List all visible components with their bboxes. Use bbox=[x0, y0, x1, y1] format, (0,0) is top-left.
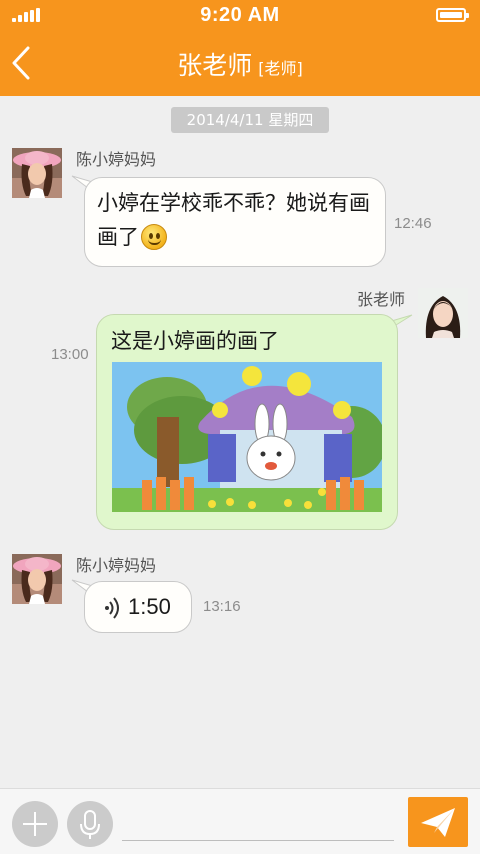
message-time: 13:16 bbox=[203, 598, 241, 615]
message-time: 13:00 bbox=[51, 346, 89, 363]
message-text: 小婷在学校乖不乖？她说有画画了 bbox=[97, 186, 381, 254]
avatar-image bbox=[418, 288, 468, 338]
sender-name: 张老师 bbox=[357, 290, 406, 309]
smile-emoji-icon bbox=[141, 224, 167, 250]
drawing-picture bbox=[112, 362, 382, 512]
message-input[interactable] bbox=[122, 801, 394, 841]
voice-wave-icon bbox=[105, 597, 119, 619]
avatar[interactable] bbox=[418, 288, 468, 338]
voice-message-bubble[interactable]: 1:50 bbox=[84, 581, 192, 633]
message-text: 这是小婷画的画了 bbox=[111, 329, 279, 353]
sender-name: 陈小婷妈妈 bbox=[76, 556, 157, 575]
message-time: 12:46 bbox=[394, 215, 432, 232]
send-button[interactable] bbox=[408, 797, 468, 847]
message-text-content: 小婷在学校乖不乖？她说有画画了 bbox=[97, 191, 370, 249]
send-plane-icon bbox=[421, 808, 455, 837]
input-bar bbox=[0, 788, 480, 854]
add-button[interactable] bbox=[12, 801, 58, 847]
avatar[interactable] bbox=[12, 554, 62, 604]
voice-duration: 1:50 bbox=[128, 594, 171, 619]
avatar-image bbox=[12, 554, 62, 604]
drawing-image[interactable] bbox=[112, 362, 382, 512]
plus-icon bbox=[23, 812, 47, 836]
message-bubble[interactable]: 小婷在学校乖不乖？她说有画画了 bbox=[84, 177, 386, 267]
microphone-icon bbox=[80, 810, 100, 839]
voice-input-button[interactable] bbox=[67, 801, 113, 847]
